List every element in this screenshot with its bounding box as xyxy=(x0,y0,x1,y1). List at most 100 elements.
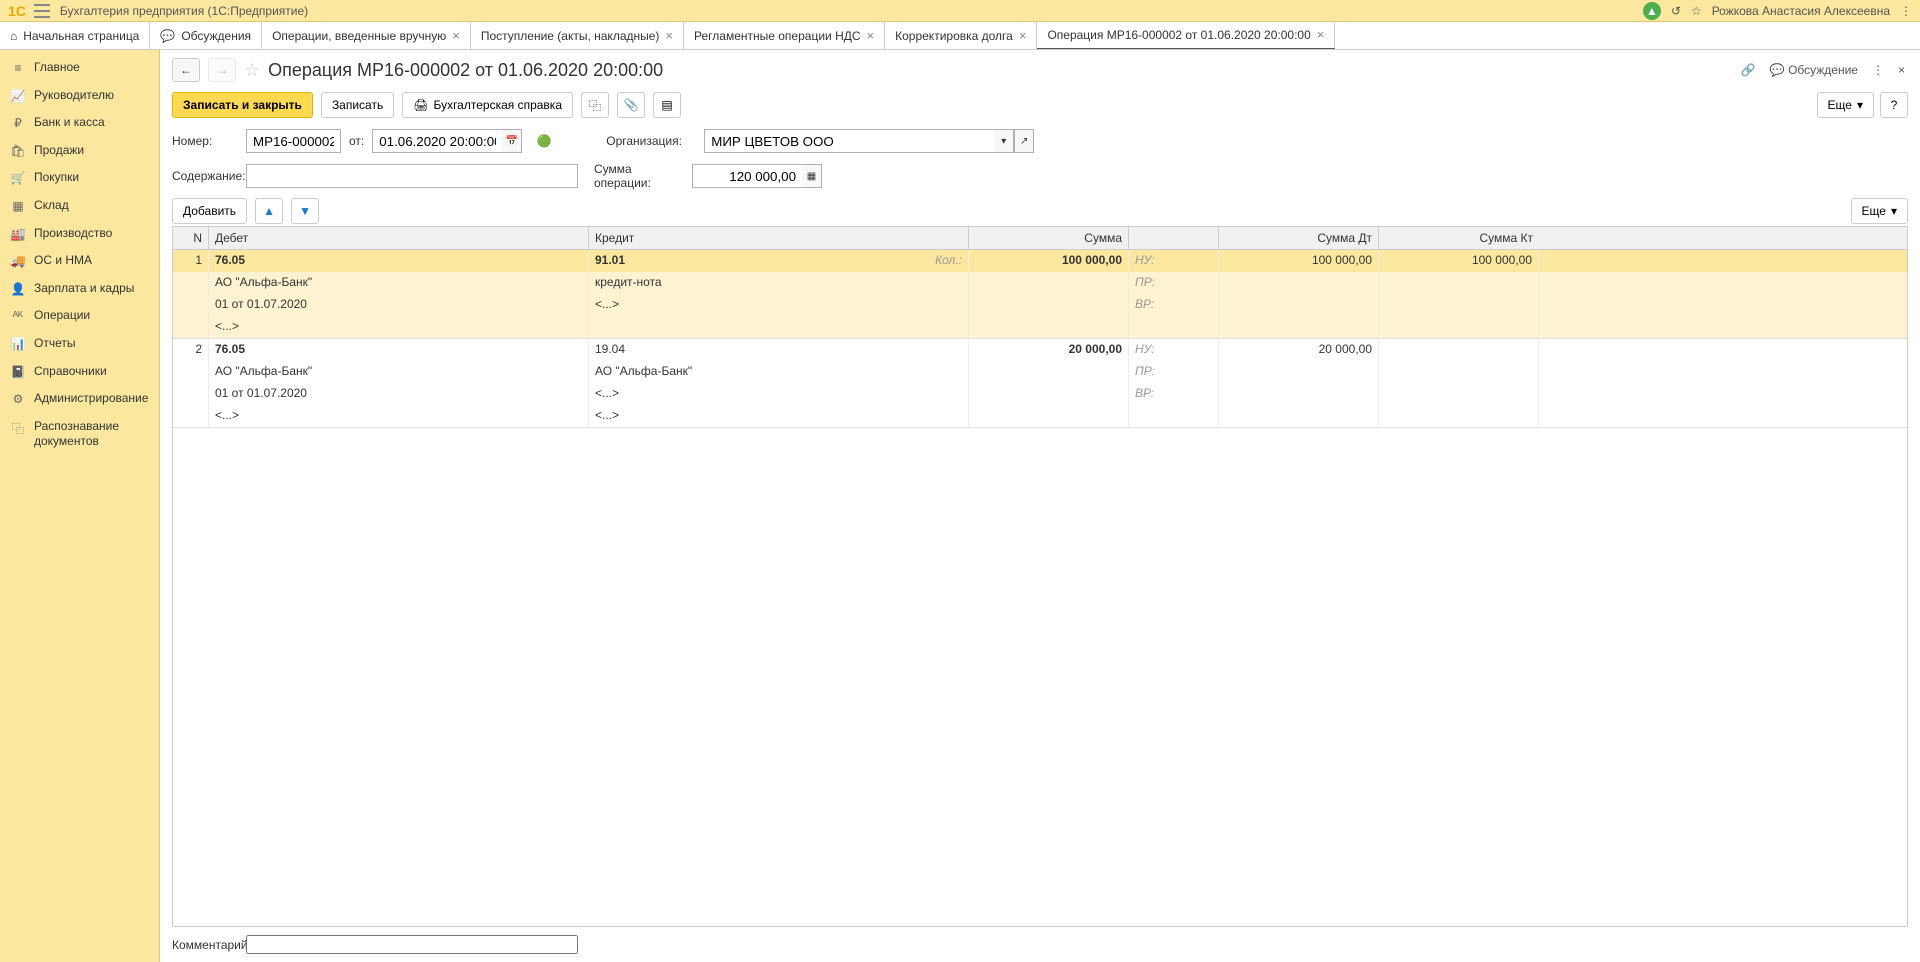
menu-icon[interactable] xyxy=(34,4,50,18)
print-reference-button[interactable]: 🖨Бухгалтерская справка xyxy=(402,92,573,118)
menu-dots-icon[interactable]: ⋮ xyxy=(1900,4,1912,18)
table-row[interactable]: 176.0591.01 Кол.:100 000,00НУ:100 000,00… xyxy=(173,250,1907,339)
grid-cell[interactable] xyxy=(1129,316,1219,338)
col-sumdt[interactable]: Сумма Дт xyxy=(1219,227,1379,249)
grid-cell[interactable]: кредит-нота xyxy=(589,272,969,294)
grid-cell[interactable]: НУ: xyxy=(1129,339,1219,361)
comment-field[interactable] xyxy=(246,935,578,954)
grid-cell[interactable] xyxy=(969,316,1129,338)
grid-cell[interactable] xyxy=(1379,405,1539,427)
grid-cell[interactable]: ПР: xyxy=(1129,361,1219,383)
grid-cell[interactable]: АО "Альфа-Банк" xyxy=(209,361,589,383)
grid-cell[interactable] xyxy=(1219,383,1379,405)
grid-cell[interactable]: <...> xyxy=(589,294,969,316)
dropdown-icon[interactable]: ▾ xyxy=(994,129,1014,153)
grid-cell[interactable] xyxy=(1219,405,1379,427)
notification-icon[interactable]: ▲ xyxy=(1643,2,1661,20)
favorite-star-icon[interactable]: ☆ xyxy=(244,60,260,81)
sidebar-item-warehouse[interactable]: ▦Склад xyxy=(0,192,159,220)
sidebar-item-bank[interactable]: ₽Банк и касса xyxy=(0,109,159,137)
discussion-button[interactable]: 💬 Обсуждение xyxy=(1767,60,1861,80)
grid-cell[interactable]: 100 000,00 xyxy=(1219,250,1379,272)
grid-cell[interactable] xyxy=(173,316,209,338)
sidebar-item-main[interactable]: ≡Главное xyxy=(0,54,159,82)
sidebar-item-payroll[interactable]: 👤Зарплата и кадры xyxy=(0,275,159,303)
grid-cell[interactable] xyxy=(969,361,1129,383)
save-close-button[interactable]: Записать и закрыть xyxy=(172,92,313,118)
post-status-button[interactable]: 🟢 xyxy=(530,128,558,154)
grid-cell[interactable] xyxy=(173,405,209,427)
grid-cell[interactable]: АО "Альфа-Банк" xyxy=(589,361,969,383)
more-button[interactable]: Еще ▾ xyxy=(1817,92,1874,118)
close-icon[interactable]: × xyxy=(665,28,673,43)
close-icon[interactable]: × xyxy=(1019,28,1027,43)
table-row[interactable]: 276.0519.0420 000,00НУ:20 000,00АО "Альф… xyxy=(173,339,1907,428)
calc-icon[interactable]: ▦ xyxy=(802,164,822,188)
col-n[interactable]: N xyxy=(173,227,209,249)
date-field[interactable] xyxy=(372,129,502,153)
grid-cell[interactable]: 76.05 xyxy=(209,339,589,361)
grid-cell[interactable] xyxy=(173,361,209,383)
back-button[interactable]: ← xyxy=(172,58,200,82)
user-name[interactable]: Рожкова Анастасия Алексеевна xyxy=(1712,4,1890,18)
tab-debt[interactable]: Корректировка долга × xyxy=(885,22,1037,49)
org-field[interactable] xyxy=(704,129,994,153)
sidebar-item-manager[interactable]: 📈Руководителю xyxy=(0,82,159,110)
grid-cell[interactable] xyxy=(969,294,1129,316)
home-tab[interactable]: ⌂ Начальная страница xyxy=(0,22,150,49)
tab-vat[interactable]: Регламентные операции НДС × xyxy=(684,22,885,49)
sidebar-item-operations[interactable]: ᴬᴷОперации xyxy=(0,302,159,330)
sidebar-item-assets[interactable]: 🚚ОС и НМА xyxy=(0,247,159,275)
grid-cell[interactable] xyxy=(1379,316,1539,338)
grid-cell[interactable] xyxy=(1219,272,1379,294)
close-icon[interactable]: × xyxy=(867,28,875,43)
grid-cell[interactable] xyxy=(173,383,209,405)
grid-cell[interactable]: <...> xyxy=(209,405,589,427)
grid-cell[interactable] xyxy=(1379,383,1539,405)
close-icon[interactable]: × xyxy=(452,28,460,43)
col-sum[interactable]: Сумма xyxy=(969,227,1129,249)
grid-cell[interactable] xyxy=(1219,294,1379,316)
kebab-icon[interactable]: ⋮ xyxy=(1869,60,1887,80)
notes-button[interactable]: ▤ xyxy=(653,92,681,118)
grid-cell[interactable]: 19.04 xyxy=(589,339,969,361)
number-field[interactable] xyxy=(246,129,341,153)
grid-cell[interactable]: <...> xyxy=(209,316,589,338)
col-debit[interactable]: Дебет xyxy=(209,227,589,249)
sidebar-item-catalogs[interactable]: 📓Справочники xyxy=(0,358,159,386)
tab-operations[interactable]: Операции, введенные вручную × xyxy=(262,22,471,49)
sidebar-item-ocr[interactable]: ⿻Распознавание документов xyxy=(0,413,159,456)
close-page-icon[interactable]: × xyxy=(1895,60,1908,80)
grid-cell[interactable]: 20 000,00 xyxy=(1219,339,1379,361)
table-more-button[interactable]: Еще ▾ xyxy=(1851,198,1908,224)
save-button[interactable]: Записать xyxy=(321,92,394,118)
hierarchy-button[interactable]: ⿻ xyxy=(581,92,609,118)
grid-cell[interactable] xyxy=(969,383,1129,405)
tab-discussions[interactable]: 💬 Обсуждения xyxy=(150,22,262,49)
sidebar-item-sales[interactable]: 🛍Продажи xyxy=(0,137,159,165)
grid-cell[interactable]: 100 000,00 xyxy=(1379,250,1539,272)
grid-cell[interactable]: 01 от 01.07.2020 xyxy=(209,294,589,316)
close-icon[interactable]: × xyxy=(1317,27,1325,42)
grid-cell[interactable] xyxy=(1379,272,1539,294)
grid-cell[interactable]: 91.01 Кол.: xyxy=(589,250,969,272)
opsum-field[interactable] xyxy=(692,164,802,188)
grid-cell[interactable] xyxy=(173,294,209,316)
forward-button[interactable]: → xyxy=(208,58,236,82)
grid-cell[interactable]: НУ: xyxy=(1129,250,1219,272)
col-sumkt[interactable]: Сумма Кт xyxy=(1379,227,1539,249)
grid-cell[interactable]: 20 000,00 xyxy=(969,339,1129,361)
grid-cell[interactable] xyxy=(969,405,1129,427)
content-field[interactable] xyxy=(246,164,578,188)
sidebar-item-production[interactable]: 🏭Производство xyxy=(0,220,159,248)
tab-current-operation[interactable]: Операция МР16-000002 от 01.06.2020 20:00… xyxy=(1037,22,1335,49)
grid-cell[interactable]: ВР: xyxy=(1129,294,1219,316)
help-button[interactable]: ? xyxy=(1880,92,1908,118)
col-credit[interactable]: Кредит xyxy=(589,227,969,249)
grid-cell[interactable] xyxy=(1129,405,1219,427)
grid-cell[interactable] xyxy=(1379,361,1539,383)
link-icon[interactable]: 🔗 xyxy=(1738,60,1759,80)
grid-cell[interactable] xyxy=(173,272,209,294)
grid-cell[interactable]: 2 xyxy=(173,339,209,361)
grid-body[interactable]: 176.0591.01 Кол.:100 000,00НУ:100 000,00… xyxy=(173,250,1907,926)
